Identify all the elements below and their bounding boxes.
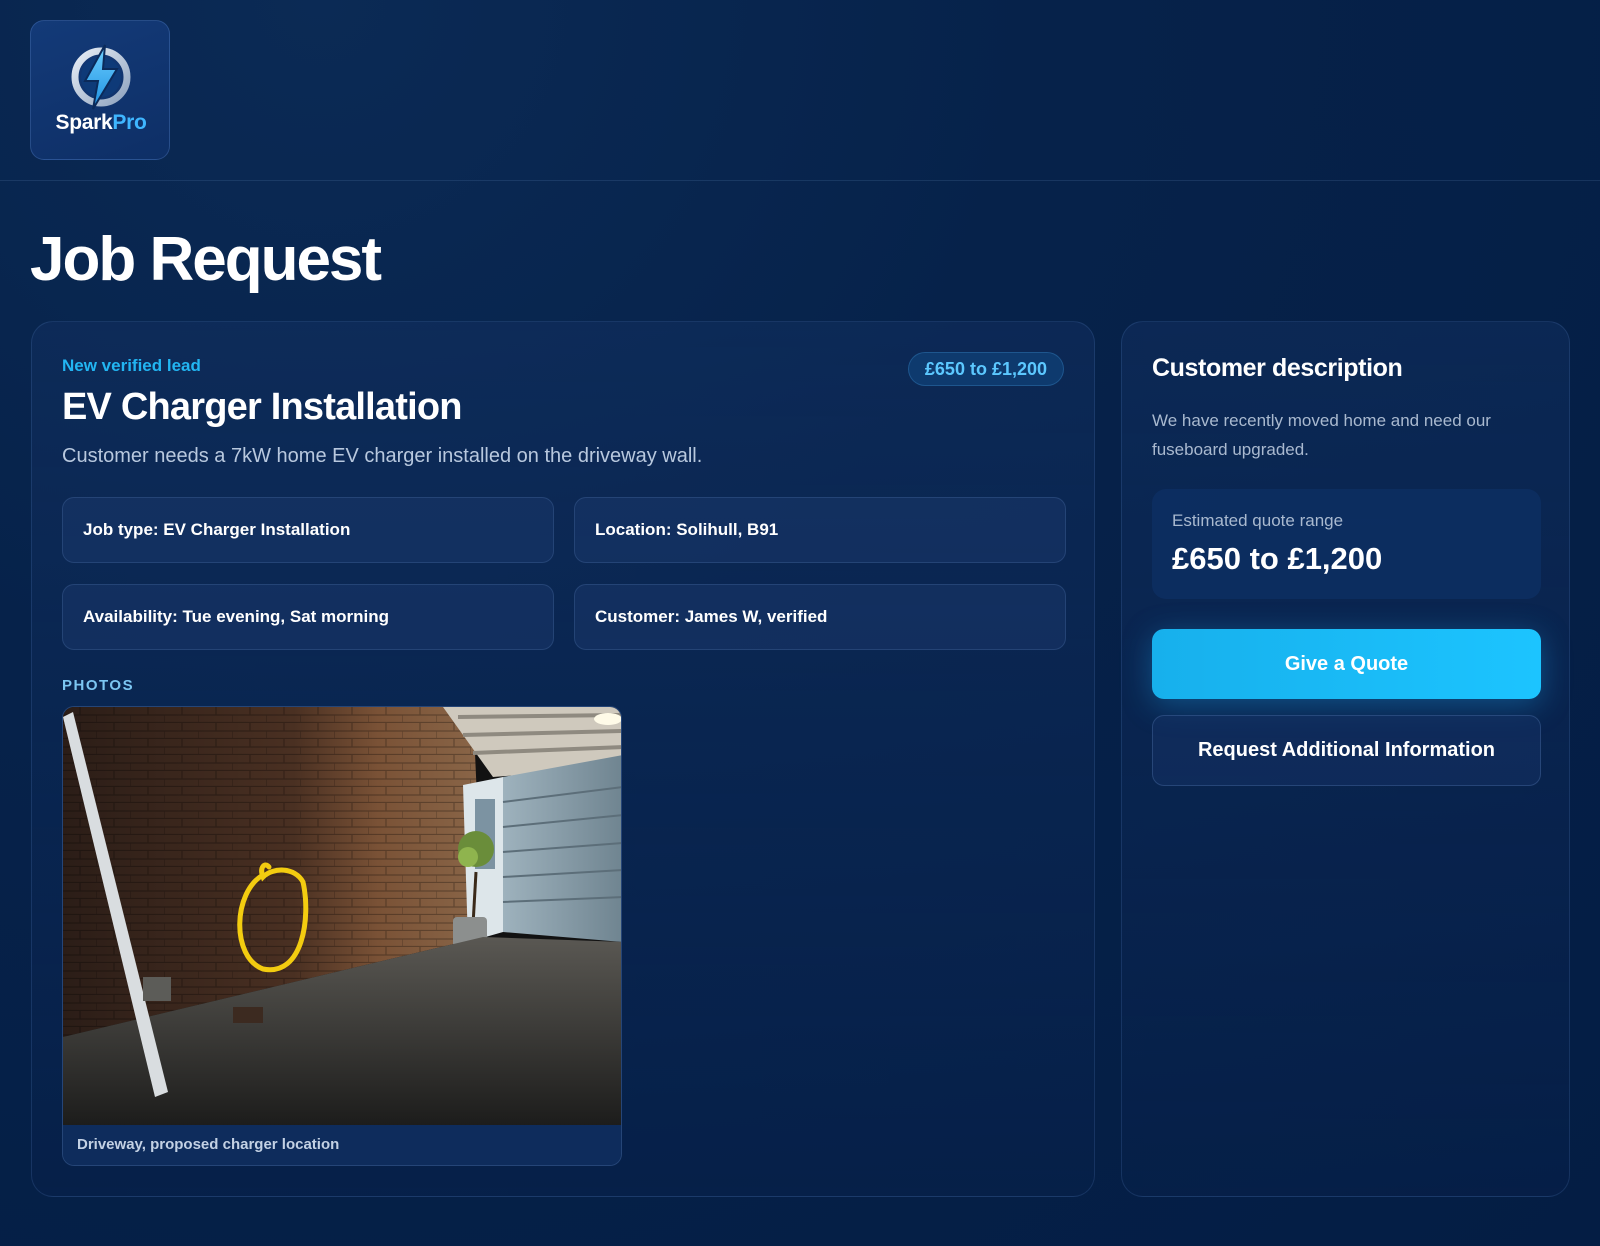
- page-title: Job Request: [30, 225, 382, 294]
- brand-name-part2: Pro: [112, 111, 147, 134]
- customer-detail: Customer: James W, verified: [574, 584, 1066, 650]
- price-range-badge: £650 to £1,200: [907, 352, 1064, 386]
- photo-caption: Driveway, proposed charger location: [63, 1125, 621, 1165]
- lead-status-label: New verified lead: [62, 356, 201, 375]
- top-bar: SparkPro: [0, 0, 1600, 181]
- driveway-photo-image: [63, 707, 621, 1127]
- brand-name-part1: Spark: [55, 111, 113, 134]
- job-type-detail: Job type: EV Charger Installation: [62, 497, 554, 563]
- availability-detail: Availability: Tue evening, Sat morning: [62, 584, 554, 650]
- location-detail: Location: Solihull, B91: [574, 497, 1066, 563]
- brand-name: SparkPro: [31, 111, 171, 135]
- customer-description-text: We have recently moved home and need our…: [1152, 411, 1491, 459]
- estimated-quote-value: £650 to £1,200: [1172, 541, 1383, 576]
- job-title: EV Charger Installation: [62, 386, 463, 428]
- customer-sidebar-card: Customer description We have recently mo…: [1121, 321, 1570, 1197]
- request-info-button[interactable]: Request Additional Information: [1152, 715, 1541, 786]
- sparkpro-logo[interactable]: SparkPro: [30, 20, 170, 160]
- job-summary: Customer needs a 7kW home EV charger ins…: [62, 445, 703, 467]
- lightning-bolt-icon: [71, 44, 131, 110]
- job-details-card: New verified lead £650 to £1,200 EV Char…: [31, 321, 1095, 1197]
- customer-description-title: Customer description: [1152, 354, 1403, 382]
- job-photo[interactable]: Driveway, proposed charger location: [62, 706, 622, 1166]
- photos-section-label: PHOTOS: [62, 677, 135, 694]
- give-quote-button[interactable]: Give a Quote: [1152, 629, 1541, 699]
- estimated-quote-box: Estimated quote range £650 to £1,200: [1152, 489, 1541, 599]
- estimated-quote-label: Estimated quote range: [1172, 511, 1344, 530]
